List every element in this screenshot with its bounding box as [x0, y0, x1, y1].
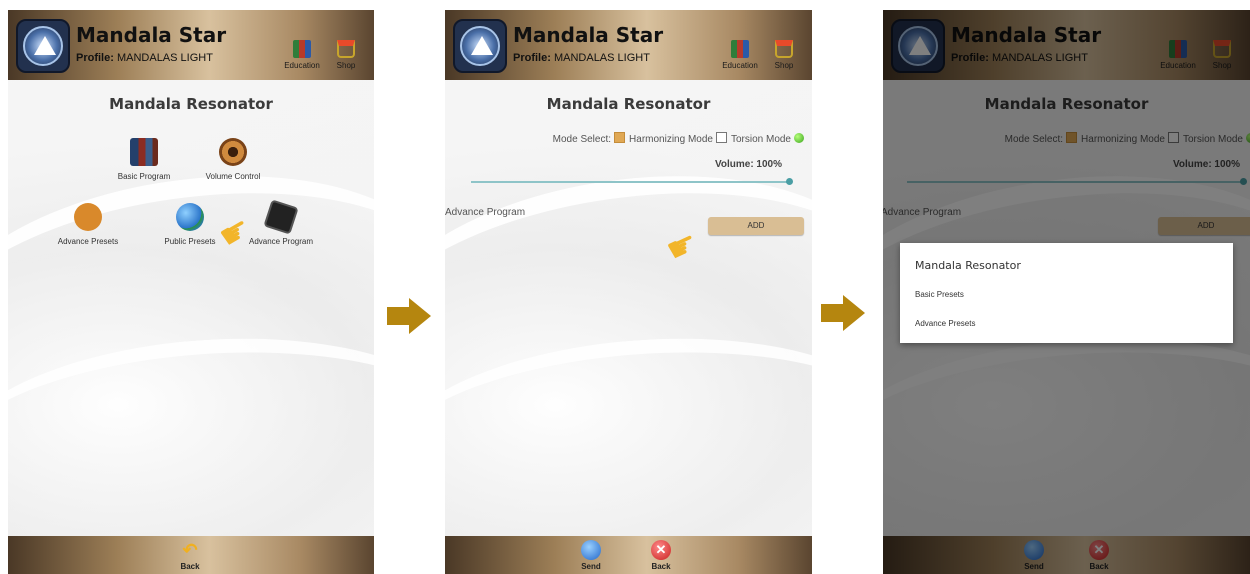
- advance-program-label: Advance Program: [248, 237, 314, 246]
- profile-prefix: Profile:: [513, 52, 551, 64]
- speaker-icon: [219, 138, 247, 166]
- cart-icon: [337, 40, 355, 58]
- add-dialog: Mandala Resonator Basic Presets Advance …: [900, 243, 1233, 343]
- bluetooth-icon: [581, 540, 601, 560]
- dialog-item-basic-presets[interactable]: Basic Presets: [915, 290, 964, 299]
- volume-control-label: Volume Control: [205, 172, 261, 181]
- back-button[interactable]: ✕ Back: [641, 540, 681, 571]
- screen-advance-program: Mandala Star Profile: MANDALAS LIGHT Edu…: [445, 10, 812, 574]
- status-led-icon: [794, 133, 804, 143]
- book-icon: [130, 138, 158, 166]
- education-button[interactable]: Education: [718, 40, 762, 70]
- send-button[interactable]: Send: [571, 540, 611, 571]
- volume-slider[interactable]: [471, 178, 793, 185]
- basic-program-label: Basic Program: [117, 172, 171, 181]
- back-button[interactable]: ↶ Back: [170, 540, 210, 571]
- app-title: Mandala Star: [513, 23, 664, 47]
- torsion-mode-label: Torsion Mode: [730, 134, 791, 145]
- tutorial-stage: Mandala Star Profile: MANDALAS LIGHT Edu…: [0, 0, 1250, 574]
- basic-program-button[interactable]: Basic Program: [99, 138, 189, 181]
- education-button[interactable]: Education: [280, 40, 324, 70]
- advance-presets-button[interactable]: Advance Presets: [43, 203, 133, 246]
- profile-name: MANDALAS LIGHT: [553, 52, 650, 64]
- cart-icon: [775, 40, 793, 58]
- send-label: Send: [581, 562, 601, 571]
- mode-select-row: Mode Select: Harmonizing Mode Torsion Mode: [553, 132, 804, 145]
- shop-label: Shop: [336, 61, 356, 70]
- books-icon: [293, 40, 311, 58]
- shop-button[interactable]: Shop: [762, 40, 806, 70]
- education-label: Education: [284, 61, 320, 70]
- app-title: Mandala Star: [76, 23, 227, 47]
- screen-home: Mandala Star Profile: MANDALAS LIGHT Edu…: [8, 10, 374, 574]
- footer: ↶ Back: [8, 536, 374, 574]
- header: Mandala Star Profile: MANDALAS LIGHT Edu…: [445, 10, 812, 80]
- app-logo: [16, 19, 70, 73]
- education-label: Education: [722, 61, 758, 70]
- profile-prefix: Profile:: [76, 52, 114, 64]
- volume-control-button[interactable]: Volume Control: [188, 138, 278, 181]
- footer: Send ✕ Back: [445, 536, 812, 574]
- shop-label: Shop: [774, 61, 794, 70]
- volume-label: Volume: 100%: [714, 159, 782, 170]
- profile-line: Profile: MANDALAS LIGHT: [513, 52, 650, 64]
- step-arrow-icon: [387, 298, 431, 334]
- profile-line: Profile: MANDALAS LIGHT: [76, 52, 213, 64]
- dialog-item-advance-presets[interactable]: Advance Presets: [915, 319, 975, 328]
- back-label: Back: [651, 562, 671, 571]
- page-title: Mandala Resonator: [109, 95, 273, 113]
- torsion-mode-checkbox[interactable]: [715, 132, 727, 143]
- advance-program-label: Advance Program: [445, 207, 526, 218]
- globe-icon: [176, 203, 204, 231]
- advance-presets-label: Advance Presets: [57, 237, 119, 246]
- public-presets-label: Public Presets: [164, 237, 216, 246]
- back-arrow-icon: ↶: [182, 540, 198, 560]
- page-title: Mandala Resonator: [546, 95, 711, 113]
- chip-icon: [263, 199, 299, 235]
- profile-name: MANDALAS LIGHT: [116, 52, 213, 64]
- back-label: Back: [180, 562, 200, 571]
- mode-select-label: Mode Select:: [552, 134, 612, 145]
- step-arrow-icon: [821, 295, 865, 331]
- harmonizing-mode-checkbox[interactable]: [614, 132, 626, 143]
- close-icon: ✕: [651, 540, 671, 560]
- presets-icon: [74, 203, 102, 231]
- slider-handle[interactable]: [786, 178, 793, 185]
- dialog-title: Mandala Resonator: [915, 259, 1021, 272]
- add-button[interactable]: ADD: [708, 217, 804, 235]
- harmonizing-mode-label: Harmonizing Mode: [629, 134, 713, 145]
- books-icon: [731, 40, 749, 58]
- header: Mandala Star Profile: MANDALAS LIGHT Edu…: [8, 10, 374, 80]
- shop-button[interactable]: Shop: [324, 40, 368, 70]
- screen-add-dialog: Mandala Star Profile: MANDALAS LIGHT Edu…: [883, 10, 1250, 574]
- app-logo: [453, 19, 507, 73]
